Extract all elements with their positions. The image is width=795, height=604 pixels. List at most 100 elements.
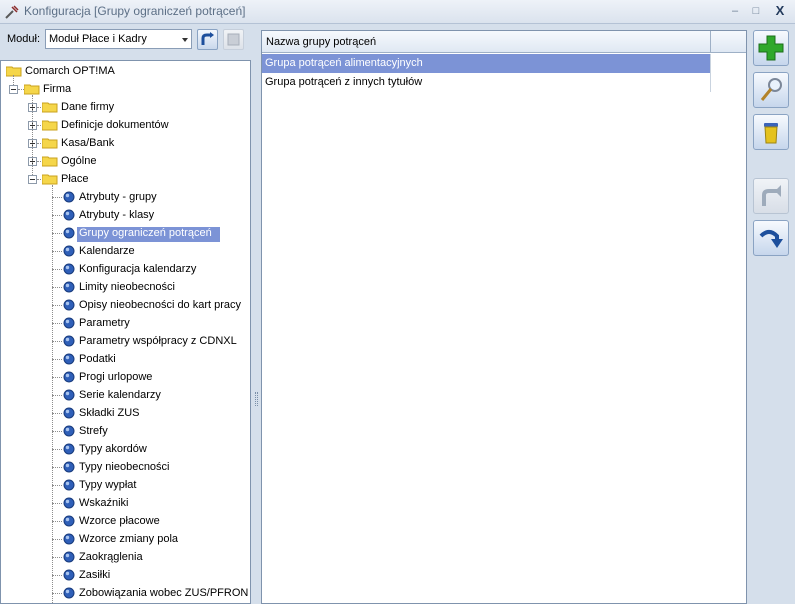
tree-item-folder[interactable]: Dane firmy: [1, 99, 250, 116]
column-header-name[interactable]: Nazwa grupy potrąceń: [262, 31, 711, 53]
chevron-down-icon: [182, 38, 188, 42]
tree-item-label: Firma: [43, 83, 72, 95]
tree-item-setting[interactable]: Składki ZUS: [1, 405, 250, 422]
tree-item-setting[interactable]: Zasiłki: [1, 567, 250, 584]
folder-icon: [42, 156, 58, 167]
tree-item-label: Kalendarze: [79, 245, 135, 257]
config-tree[interactable]: Comarch OPT!MA Firma Dane firmy Definicje d…: [0, 60, 251, 604]
tree-item-label: Ogólne: [61, 155, 97, 167]
settings-node-icon: [63, 479, 75, 491]
refresh-button[interactable]: [197, 29, 218, 50]
settings-node-icon: [63, 551, 75, 563]
tree-connector: [52, 575, 62, 576]
tree-item-setting[interactable]: Grupy ograniczeń potrąceń: [1, 225, 250, 242]
tree-connector: [52, 233, 62, 234]
folder-icon: [42, 174, 58, 185]
tree-item-firma[interactable]: Firma: [1, 81, 250, 98]
tree-item-label: Podatki: [79, 353, 116, 365]
tree-item-setting[interactable]: Limity nieobecności: [1, 279, 250, 296]
settings-node-icon: [63, 281, 75, 293]
tree-connector: [52, 557, 62, 558]
tree-item-setting[interactable]: Serie kalendarzy: [1, 387, 250, 404]
module-row: Moduł: Moduł Płace i Kadry: [0, 24, 252, 56]
tree-item-setting[interactable]: Atrybuty - klasy: [1, 207, 250, 224]
tree-item-folder[interactable]: Definicje dokumentów: [1, 117, 250, 134]
tree-connector: [52, 305, 62, 306]
tree-item-label: Wskaźniki: [79, 497, 129, 509]
tree-item-setting[interactable]: Podatki: [1, 351, 250, 368]
tree-item-label: Grupy ograniczeń potrąceń: [77, 227, 220, 242]
tree-item-label: Typy nieobecności: [79, 461, 170, 473]
module-extra-button[interactable]: [223, 29, 244, 50]
tree-item-setting[interactable]: Konfiguracja kalendarzy: [1, 261, 250, 278]
tree-item-label: Opisy nieobecności do kart pracy: [79, 299, 242, 311]
folder-icon: [6, 66, 22, 77]
groups-grid[interactable]: Nazwa grupy potrąceń Grupa potrąceń alim…: [261, 30, 747, 604]
tree-item-label: Zasiłki: [79, 569, 111, 581]
panel-splitter[interactable]: [252, 24, 261, 604]
tree-item-setting[interactable]: Typy akordów: [1, 441, 250, 458]
tree-item-setting[interactable]: Parametry: [1, 315, 250, 332]
tree-item-setting[interactable]: Parametry współpracy z CDNXL: [1, 333, 250, 350]
tree-item-label: Płace: [61, 173, 89, 185]
module-label: Moduł:: [7, 33, 41, 45]
back-arrow-icon: [201, 32, 214, 45]
tree-item-setting[interactable]: Zaokrąglenia: [1, 549, 250, 566]
tree-connector: [52, 269, 62, 270]
tree-item-setting[interactable]: Kalendarze: [1, 243, 250, 260]
tree-root[interactable]: Comarch OPT!MA: [1, 63, 250, 80]
tree-item-setting[interactable]: Strefy: [1, 423, 250, 440]
tree-connector: [52, 359, 62, 360]
tree-item-folder[interactable]: Ogólne: [1, 153, 250, 170]
undo-button[interactable]: [753, 178, 789, 214]
tree-item-setting[interactable]: Zobowiązania wobec ZUS/PFRON: [1, 585, 250, 602]
tree-item-folder[interactable]: Płace: [1, 171, 250, 188]
collapse-icon[interactable]: [9, 85, 18, 94]
tree-connector: [52, 185, 53, 603]
tree-item-label: Dane firmy: [61, 101, 115, 113]
tree-item-setting[interactable]: Typy nieobecności: [1, 459, 250, 476]
tree-item-setting[interactable]: Opisy nieobecności do kart pracy: [1, 297, 250, 314]
close-button[interactable]: X: [771, 3, 789, 19]
settings-node-icon: [63, 569, 75, 581]
tree-item-setting[interactable]: Wzorce zmiany pola: [1, 531, 250, 548]
window-title: Konfiguracja [Grupy ograniczeń potrąceń]: [24, 4, 246, 18]
tree-item-label: Zaokrąglenia: [79, 551, 143, 563]
splitter-grip[interactable]: [255, 392, 258, 406]
table-row[interactable]: Grupa potrąceń z innych tytułów: [262, 73, 711, 92]
settings-node-icon: [63, 533, 75, 545]
delete-button[interactable]: [753, 114, 789, 150]
tree-item-label: Wzorce płacowe: [79, 515, 160, 527]
tree-item-setting[interactable]: Atrybuty - grupy: [1, 189, 250, 206]
settings-node-icon: [63, 245, 75, 257]
tree-item-folder[interactable]: Kasa/Bank: [1, 135, 250, 152]
tree-item-setting[interactable]: Wskaźniki: [1, 495, 250, 512]
tree-connector: [52, 539, 62, 540]
redo-icon: [759, 230, 783, 248]
add-button[interactable]: [753, 30, 789, 66]
settings-node-icon: [63, 191, 75, 203]
left-panel: Moduł: Moduł Płace i Kadry Comarch OPT!M…: [0, 24, 252, 604]
tree-item-label: Zobowiązania wobec ZUS/PFRON: [79, 587, 249, 599]
redo-button[interactable]: [753, 220, 789, 256]
settings-node-icon: [63, 515, 75, 527]
settings-node-icon: [63, 497, 75, 509]
settings-node-icon: [63, 263, 75, 275]
tree-item-label: Składki ZUS: [79, 407, 140, 419]
minimize-button[interactable]: –: [726, 3, 744, 19]
settings-node-icon: [63, 425, 75, 437]
tree-item-setting[interactable]: Typy wypłat: [1, 477, 250, 494]
module-select[interactable]: Moduł Płace i Kadry: [45, 29, 192, 49]
settings-node-icon: [63, 317, 75, 329]
tree-connector: [52, 215, 62, 216]
tree-item-setting[interactable]: Progi urlopowe: [1, 369, 250, 386]
tree-item-label: Wzorce zmiany pola: [79, 533, 179, 545]
collapse-icon[interactable]: [28, 175, 37, 184]
table-row[interactable]: Grupa potrąceń alimentacyjnych: [262, 54, 711, 73]
edit-button[interactable]: [753, 72, 789, 108]
folder-icon: [42, 102, 58, 113]
maximize-button[interactable]: □: [747, 3, 765, 19]
module-select-value: Moduł Płace i Kadry: [49, 33, 147, 45]
plus-icon: [758, 35, 784, 61]
tree-item-setting[interactable]: Wzorce płacowe: [1, 513, 250, 530]
